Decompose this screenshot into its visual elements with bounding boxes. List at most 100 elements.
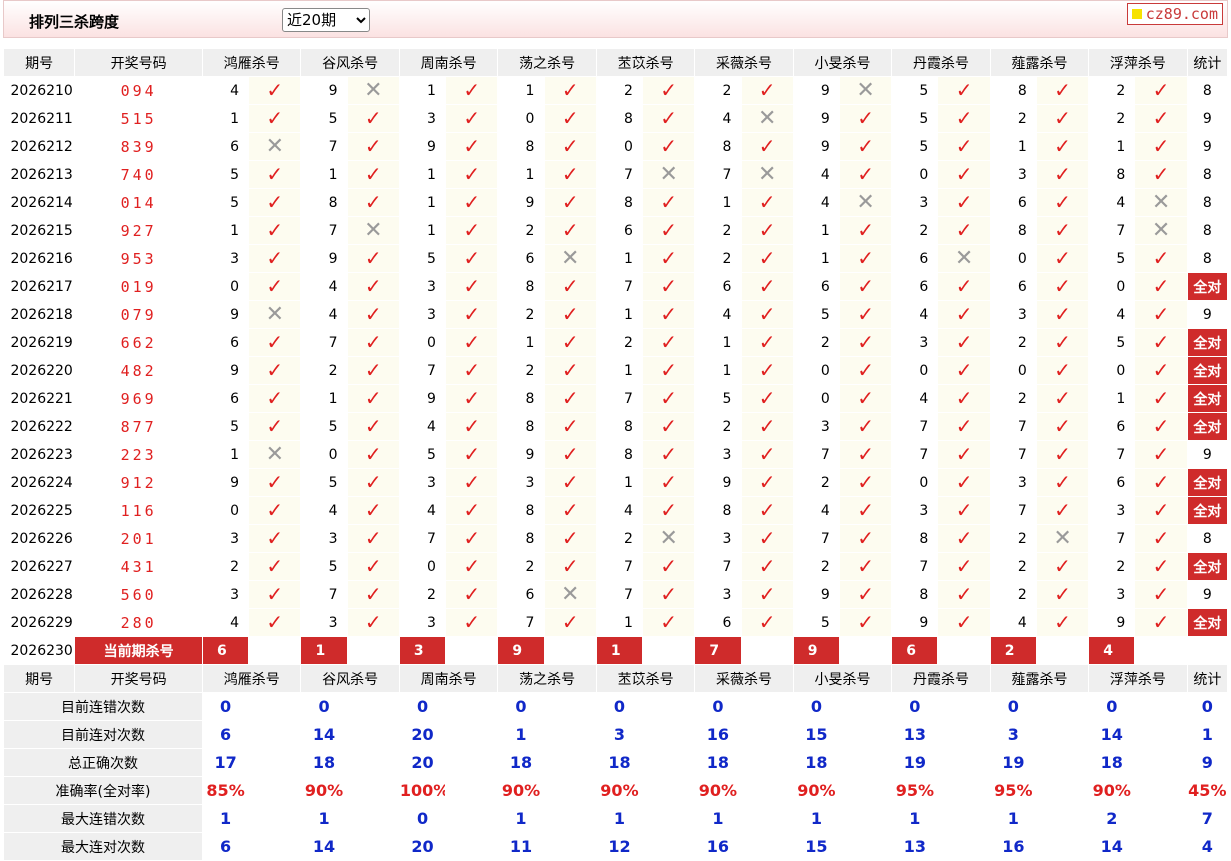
check-icon: ✓: [364, 330, 382, 354]
table-row: 2026216 953 3 ✓ 9 ✓ 5 ✓ 6 ✕ 1 ✓ 2 ✓ 1 ✓ 6 ✕ 0 ✓ 5 ✓ 8: [2, 244, 1229, 273]
site-logo[interactable]: cz89.com: [1126, 3, 1223, 25]
blank-cell: [346, 692, 400, 721]
stat-value-total: 0: [1186, 692, 1229, 721]
prize-number-cell: 223: [74, 440, 203, 469]
result-cell: ✓: [740, 356, 794, 385]
stat-row: 目前连对次数 6 14 20 1 3 16 15 13 3 14 1: [3, 720, 1229, 749]
kill-number-cell: 2: [595, 76, 644, 105]
kill-number-cell: 0: [398, 552, 447, 581]
prize-number-cell: 431: [74, 552, 203, 581]
kill-number-cell: 8: [497, 384, 545, 413]
check-icon: ✓: [660, 134, 678, 158]
check-icon: ✓: [857, 106, 874, 130]
header-prize: 开奖号码: [74, 664, 203, 693]
blank-cell: [1035, 636, 1090, 665]
kill-number-cell: 8: [595, 412, 644, 441]
kill-number-cell: 9: [1088, 608, 1136, 637]
blank-cell: [642, 804, 696, 833]
result-cell: ✓: [346, 104, 400, 133]
check-icon: ✓: [561, 610, 579, 634]
result-cell: ✓: [740, 524, 794, 553]
result-cell: ✓: [642, 356, 696, 385]
blank-cell: [346, 720, 400, 749]
stats-cell: 8: [1186, 76, 1229, 105]
result-cell: ✓: [838, 328, 893, 357]
check-icon: ✓: [266, 218, 284, 242]
stat-value: 11: [497, 832, 545, 861]
result-cell: ✓: [838, 440, 893, 469]
prize-number-cell: 969: [74, 384, 203, 413]
kill-number-cell: 3: [300, 608, 348, 637]
check-icon: ✓: [758, 498, 776, 522]
kill-number-cell: 8: [300, 188, 348, 217]
current-kill-number: 1: [300, 636, 348, 665]
check-icon: ✓: [1054, 414, 1071, 438]
blank-cell: [543, 776, 597, 805]
kill-number-cell: 5: [891, 132, 939, 161]
period-cell: 2026225: [2, 496, 76, 525]
kill-number-cell: 3: [201, 580, 250, 609]
kill-number-cell: 0: [201, 496, 250, 525]
period-cell: 2026216: [2, 244, 76, 273]
check-icon: ✓: [364, 106, 382, 130]
result-cell: ✓: [248, 328, 302, 357]
result-cell: ✓: [445, 384, 499, 413]
check-icon: ✓: [1054, 442, 1071, 466]
prize-number-cell: 912: [74, 468, 203, 497]
kill-number-cell: 4: [891, 300, 939, 329]
check-icon: ✓: [1054, 78, 1071, 102]
kill-number-cell: 3: [989, 300, 1037, 329]
check-icon: ✓: [1152, 554, 1170, 578]
kill-number-cell: 2: [497, 356, 545, 385]
blank-cell: [1035, 776, 1090, 805]
period-range-select[interactable]: 近20期: [282, 8, 370, 32]
result-cell: ✓: [642, 412, 696, 441]
header-expert: 丹霞杀号: [891, 664, 991, 693]
kill-number-cell: 6: [989, 272, 1037, 301]
kill-number-cell: 7: [595, 384, 644, 413]
kill-number-cell: 6: [497, 244, 545, 273]
header-expert: 小旻杀号: [792, 48, 893, 77]
check-icon: ✓: [758, 442, 776, 466]
check-icon: ✓: [364, 134, 382, 158]
check-icon: ✓: [266, 246, 284, 270]
result-cell: ✓: [642, 440, 696, 469]
result-cell: ✓: [445, 328, 499, 357]
result-cell: ✓: [642, 216, 696, 245]
kill-number-cell: 1: [595, 244, 644, 273]
check-icon: ✓: [266, 162, 284, 186]
result-cell: ✓: [445, 412, 499, 441]
current-kill-number: 4: [1088, 636, 1136, 665]
kill-number-cell: 3: [300, 524, 348, 553]
stat-value: 14: [1088, 720, 1136, 749]
current-period-row: 2026230 当前期杀号 6 1 3 9 1 7 9 6 2 4: [2, 636, 1229, 665]
blank-cell: [937, 776, 991, 805]
result-cell: ✓: [1134, 160, 1188, 189]
cross-icon: ✕: [757, 161, 777, 187]
check-icon: ✓: [463, 246, 481, 270]
stat-value: 16: [989, 832, 1037, 861]
check-icon: ✓: [1152, 246, 1170, 270]
check-icon: ✓: [1152, 386, 1170, 410]
check-icon: ✓: [364, 526, 382, 550]
prize-number-cell: 953: [74, 244, 203, 273]
blank-cell: [740, 720, 794, 749]
blank-cell: [445, 720, 499, 749]
stat-value: 20: [398, 720, 447, 749]
stat-value: 0: [398, 692, 447, 721]
kill-number-cell: 7: [595, 580, 644, 609]
result-cell: ✓: [445, 468, 499, 497]
blank-cell: [445, 748, 499, 777]
kill-number-cell: 1: [694, 356, 742, 385]
check-icon: ✓: [857, 526, 874, 550]
prize-number-cell: 839: [74, 132, 203, 161]
all-correct-badge: 全对: [1186, 328, 1229, 357]
stats-cell: 8: [1186, 188, 1229, 217]
check-icon: ✓: [561, 442, 579, 466]
stat-value: 18: [300, 748, 348, 777]
result-cell: ✓: [346, 188, 400, 217]
check-icon: ✓: [857, 330, 874, 354]
table-row: 2026220 482 9 ✓ 2 ✓ 7 ✓ 2 ✓ 1 ✓ 1 ✓ 0 ✓ 0 ✓ 0 ✓ 0 ✓ 全对: [2, 356, 1229, 385]
stats-cell: 9: [1186, 580, 1229, 609]
result-cell: ✕: [838, 188, 893, 217]
